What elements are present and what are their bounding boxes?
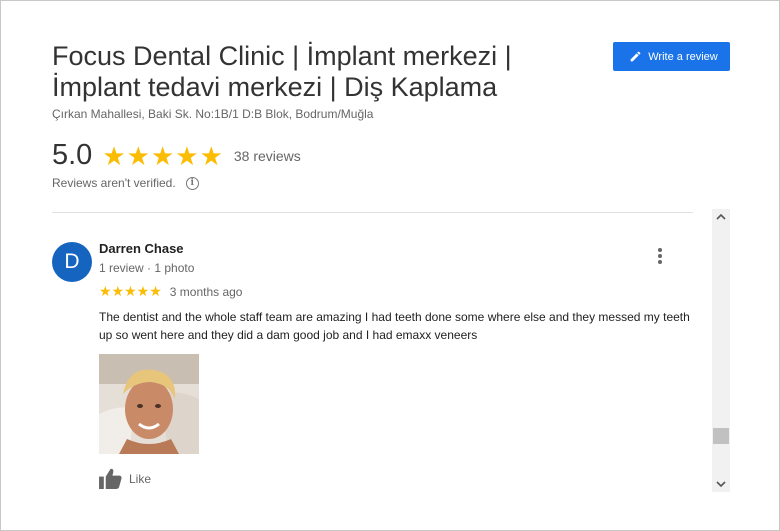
review-photo-image bbox=[99, 354, 199, 454]
scrollbar[interactable] bbox=[712, 209, 730, 492]
review-stars: ★★★★★ bbox=[99, 283, 162, 299]
rating-stars: ★★★★★ bbox=[102, 140, 224, 171]
review-panel: Focus Dental Clinic | İmplant merkezi | … bbox=[0, 0, 780, 531]
scroll-down-arrow[interactable] bbox=[712, 476, 730, 492]
reviewer-meta: 1 review · 1 photo bbox=[99, 261, 195, 275]
write-review-label: Write a review bbox=[648, 50, 718, 63]
chevron-down-icon bbox=[716, 481, 726, 488]
average-rating: 5.0 bbox=[52, 139, 93, 171]
review-count[interactable]: 38 reviews bbox=[234, 148, 301, 164]
chevron-up-icon bbox=[716, 213, 726, 220]
review-rating-row: ★★★★★ 3 months ago bbox=[99, 283, 242, 300]
avatar[interactable]: D bbox=[52, 242, 92, 282]
rating-summary: 5.0 ★★★★★ 38 reviews bbox=[52, 139, 301, 172]
thumbs-up-icon bbox=[99, 468, 122, 489]
like-label: Like bbox=[129, 471, 152, 486]
review-text: The dentist and the whole staff team are… bbox=[99, 310, 690, 342]
write-review-button[interactable]: Write a review bbox=[613, 42, 730, 71]
verification-text: Reviews aren't verified. bbox=[52, 176, 176, 190]
more-options-icon[interactable] bbox=[653, 248, 667, 266]
review-photo[interactable] bbox=[99, 354, 199, 454]
pencil-icon bbox=[630, 51, 641, 62]
verification-note: Reviews aren't verified. i bbox=[52, 176, 199, 190]
divider bbox=[52, 212, 693, 213]
place-address: Çırkan Mahallesi, Baki Sk. No:1B/1 D:B B… bbox=[52, 107, 374, 121]
scroll-up-arrow[interactable] bbox=[712, 209, 730, 225]
reviewer-name[interactable]: Darren Chase bbox=[99, 241, 184, 256]
place-title: Focus Dental Clinic | İmplant merkezi | … bbox=[52, 41, 512, 102]
info-icon[interactable]: i bbox=[185, 176, 199, 190]
like-button[interactable]: Like bbox=[99, 468, 151, 489]
review-time: 3 months ago bbox=[169, 284, 243, 299]
scroll-thumb[interactable] bbox=[713, 428, 729, 444]
